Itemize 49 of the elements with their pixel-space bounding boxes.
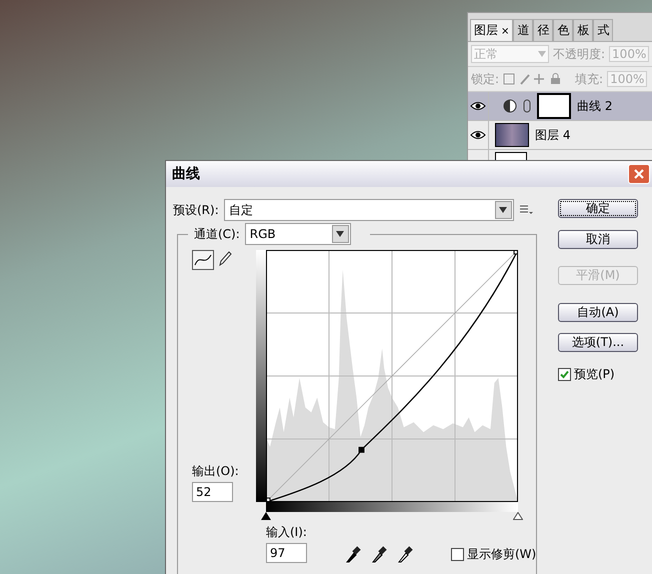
panel-tab[interactable]: 色 [553, 19, 574, 41]
layer-thumbnail [495, 123, 529, 147]
input-field[interactable]: 97 [266, 543, 307, 563]
layer-name: 曲线 2 [577, 98, 612, 114]
panel-tab[interactable]: 径 [533, 19, 554, 41]
dialog-button[interactable]: 选项(T)... [558, 333, 638, 352]
dialog-title: 曲线 [172, 165, 200, 183]
dialog-button[interactable]: 取消 [558, 230, 638, 249]
channel-label: 通道(C): [194, 226, 240, 242]
preset-label: 预设(R): [173, 202, 219, 218]
lock-label: 锁定: [471, 70, 500, 88]
adjustment-icon [503, 99, 517, 113]
panel-tab[interactable]: 式 [593, 19, 614, 41]
pencil-icon[interactable] [218, 250, 232, 266]
menu-icon[interactable] [518, 204, 533, 216]
eye-icon[interactable] [470, 101, 486, 111]
panel-tab[interactable]: 道 [513, 19, 534, 41]
layer-row[interactable]: 曲线 2 [468, 92, 652, 121]
eye-icon[interactable] [470, 130, 486, 140]
eyedropper-icon[interactable] [397, 545, 413, 563]
output-label: 输出(O): [192, 463, 239, 480]
checkmark-icon [560, 370, 569, 379]
eyedropper-icon[interactable] [371, 545, 387, 563]
close-icon [633, 168, 645, 180]
channel-dropdown[interactable]: RGB [244, 223, 351, 245]
dialog-button[interactable]: 确定 [558, 199, 638, 218]
panel-tab[interactable]: 板 [573, 19, 594, 41]
show-clipping-checkbox[interactable]: 显示修剪(W) [451, 546, 536, 563]
dropdown-caret-icon [336, 231, 344, 237]
shadow-slider[interactable] [261, 512, 271, 520]
eyedropper-icon[interactable] [345, 545, 361, 563]
dropdown-caret-icon [538, 51, 546, 57]
dialog-button[interactable]: 自动(A) [558, 303, 638, 322]
opacity-label: 不透明度: [553, 46, 606, 62]
layer-row[interactable]: 图层 4 [468, 121, 652, 150]
layer-name: 图层 4 [535, 126, 570, 144]
curve-graph-drawing[interactable] [266, 250, 518, 502]
curve-tool-button[interactable] [192, 250, 214, 270]
dropdown-caret-icon [499, 207, 508, 213]
highlight-slider[interactable] [513, 512, 523, 520]
mask-thumbnail [537, 93, 571, 119]
fill-label: 填充: [575, 70, 604, 88]
input-label: 输入(I): [266, 524, 307, 541]
link-icon [523, 99, 531, 113]
preview-checkbox[interactable]: 预览(P) [558, 366, 638, 383]
panel-tab[interactable]: 图层 × [470, 19, 514, 41]
close-button[interactable] [628, 164, 650, 184]
preset-dropdown[interactable]: 自定 [224, 199, 514, 221]
output-field[interactable]: 52 [192, 482, 233, 502]
